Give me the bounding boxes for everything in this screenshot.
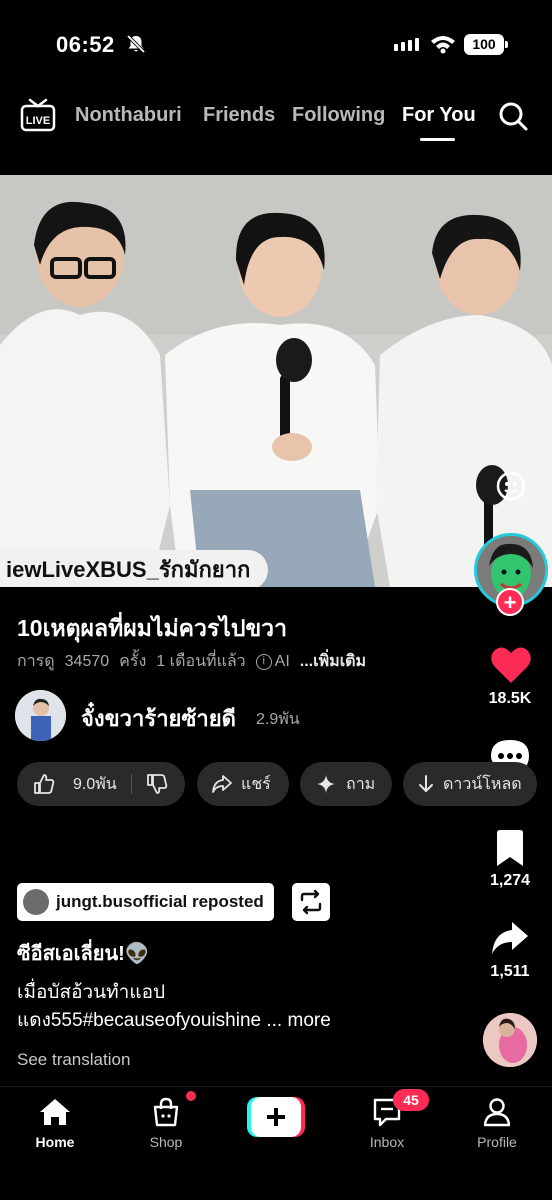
status-time: 06:52 [56,32,115,57]
caption-hashtag-text[interactable]: แดง555#becauseofyouishine [17,1010,261,1031]
video-frame [0,175,552,587]
ask-pill[interactable]: ถาม [300,762,392,806]
author-follower-count: 2.9พัน [256,711,300,728]
see-more-link[interactable]: ...เพิ่มเติม [300,649,366,674]
active-tab-indicator [420,138,455,141]
author-name[interactable]: จั๋งขวาร้ายซ้ายดี [81,701,236,736]
bottom-nav: Home Shop Inbox 45 Profile [0,1086,552,1200]
like-count: 18.5K [488,690,532,707]
share-icon[interactable] [490,918,530,958]
caption-line-3: แดง555#becauseofyouishine ... more [17,1005,331,1035]
reposted-badge[interactable]: jungt.busofficial reposted [17,883,274,921]
tab-friends[interactable]: Friends [203,104,275,127]
music-disc[interactable] [483,1013,537,1067]
reposted-label: jungt.busofficial reposted [56,892,264,911]
share-arrow-icon [212,775,232,793]
like-dislike-pill: 9.0พัน [17,762,185,806]
create-button[interactable] [247,1097,305,1137]
pill-divider [130,774,132,794]
inbox-badge: 45 [393,1089,429,1111]
info-icon: i [255,653,272,670]
battery-indicator: 100 [464,34,508,55]
share-pill[interactable]: แชร์ [197,762,289,806]
search-icon[interactable] [497,100,529,132]
heart-icon[interactable] [490,645,532,685]
nav-shop[interactable]: Shop [121,1097,211,1150]
views-count: 34570 [64,652,110,670]
nav-home-label: Home [35,1134,75,1150]
download-pill-label: ดาวน์โหลด [443,775,522,793]
caption-more-link[interactable]: ... more [266,1010,330,1031]
nav-profile[interactable]: Profile [452,1097,542,1150]
follow-button[interactable]: + [496,588,524,616]
share-pill-label: แชร์ [241,775,271,793]
live-icon[interactable]: LIVE [20,98,56,132]
nav-home[interactable]: Home [10,1097,100,1150]
caption-line-1: ซีอีสเอเลี่ยน!👽 [17,943,150,965]
home-icon [40,1099,70,1125]
thumbs-down-icon[interactable] [146,773,168,795]
see-translation-link[interactable]: See translation [17,1050,130,1070]
caption-line-2: เมื่อบัสอ้วนทำแอป [17,982,166,1003]
video-title: 10เหตุผลที่ผมไม่ควรไปขวา [17,615,288,641]
video-banner-text: iewLiveXBUS_รักมักยาก [0,550,269,587]
reposter-avatar [23,889,49,915]
tab-following[interactable]: Following [292,104,385,127]
tab-for-you[interactable]: For You [402,104,476,127]
nav-shop-label: Shop [149,1134,183,1150]
wifi-icon [431,36,455,54]
cellular-signal-icon [394,38,419,51]
like-pill-count[interactable]: 9.0พัน [73,772,117,797]
shop-notification-dot [186,1091,196,1101]
profile-icon [483,1098,511,1127]
share-count: 1,511 [490,963,530,980]
bookmark-icon[interactable] [494,830,526,868]
video-player[interactable]: iewLiveXBUS_รักมักยาก [0,175,552,587]
nav-inbox-label: Inbox [369,1134,405,1150]
ask-pill-label: ถาม [346,775,376,793]
views-label: การดู [17,653,55,670]
author-avatar[interactable] [15,690,66,741]
ai-label: AI [274,652,290,670]
svg-text:LIVE: LIVE [26,115,50,127]
repost-icon[interactable] [292,883,330,921]
face-effect-icon[interactable] [495,470,527,502]
author-avatar-image [15,690,66,741]
download-arrow-icon [419,775,433,792]
views-unit: ครั้ง [119,653,147,670]
tab-nonthaburi[interactable]: Nonthaburi [75,104,182,127]
shop-bag-icon [153,1097,179,1127]
save-count: 1,274 [489,872,531,889]
ai-badge[interactable]: i AI [255,652,290,671]
post-age: 1 เดือนที่แล้ว [156,653,246,670]
thumbs-up-icon[interactable] [33,773,55,795]
download-pill[interactable]: ดาวน์โหลด [403,762,537,806]
music-disc-image [483,1013,537,1067]
nav-profile-label: Profile [477,1134,517,1150]
bell-off-icon [126,34,146,54]
video-meta: การดู 34570 ครั้ง 1 เดือนที่แล้ว i AI ..… [17,649,366,674]
sparkle-icon [317,775,335,793]
